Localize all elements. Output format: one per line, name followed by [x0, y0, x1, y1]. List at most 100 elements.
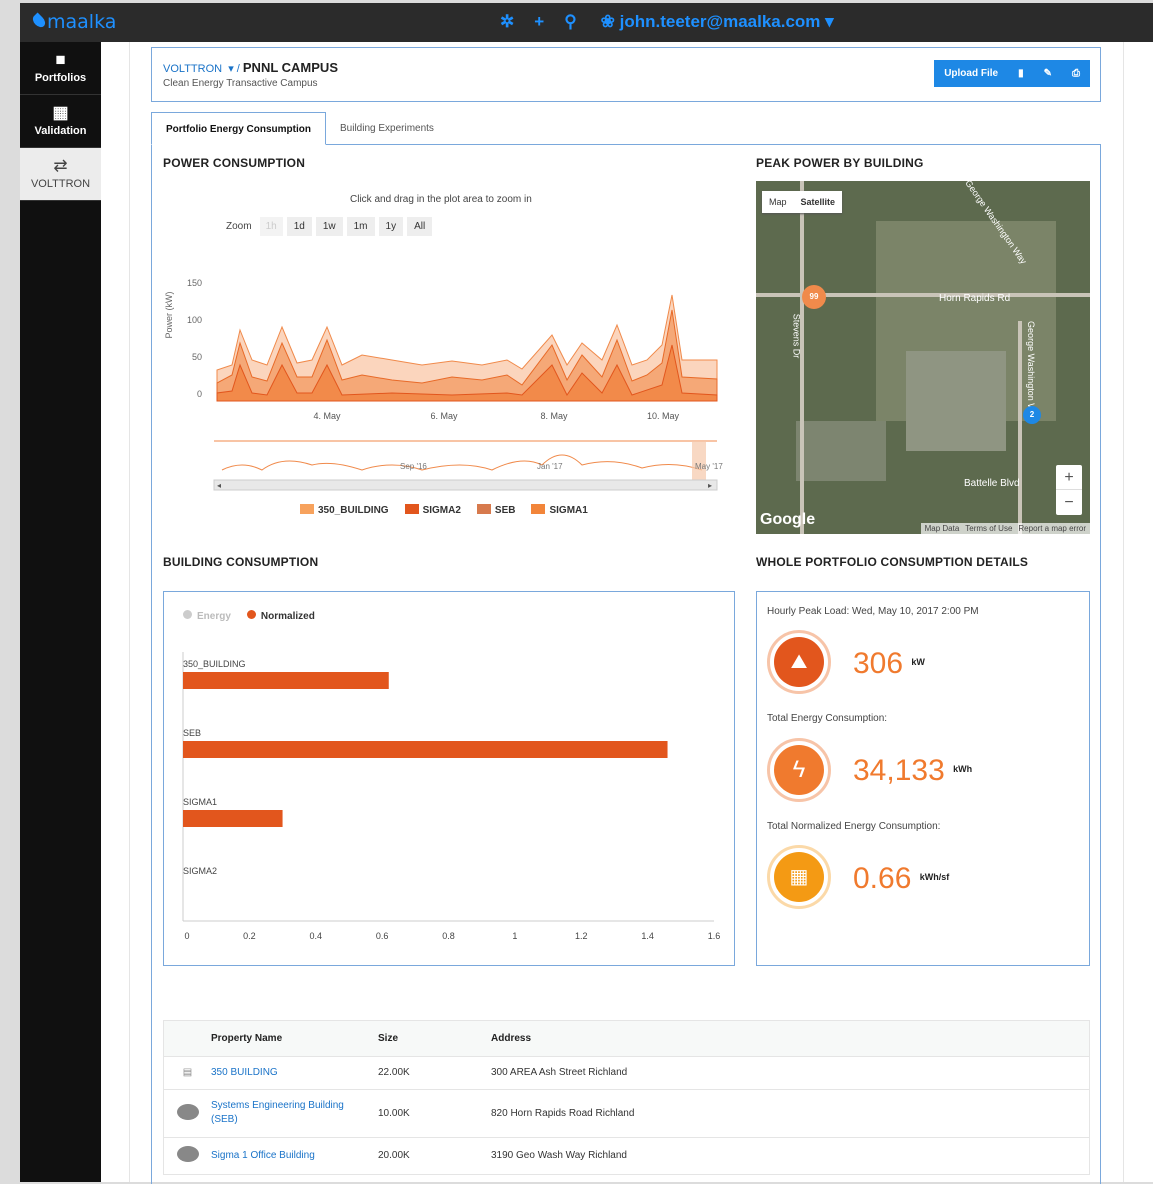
map-cluster-marker[interactable]: 99 [802, 285, 826, 309]
property-thumbnail [164, 1137, 211, 1174]
logo-text: maalka [47, 11, 117, 33]
legend-seb[interactable]: SEB [476, 504, 515, 516]
tab-portfolio-energy[interactable]: Portfolio Energy Consumption [151, 112, 326, 145]
map-data-link[interactable]: Map Data [925, 524, 960, 533]
breadcrumb: VOLTTRON ▾ / PNNL CAMPUS [163, 60, 338, 75]
google-logo: Google [760, 511, 816, 528]
map-type-satellite[interactable]: Satellite [794, 191, 843, 213]
sidebar-item-label: Portfolios [34, 72, 87, 84]
table-row[interactable]: Sigma 1 Office Building 20.00K 3190 Geo … [164, 1137, 1089, 1174]
sidebar-item-validation[interactable]: ▦ Validation [20, 95, 101, 148]
navigator[interactable]: Sep '16 Jan '17 May '17 ◂ ▸ [213, 440, 723, 491]
page-subtitle: Clean Energy Transactive Campus [163, 78, 318, 89]
nav-label: Sep '16 [400, 462, 427, 471]
tab-panel: POWER CONSUMPTION Click and drag in the … [151, 144, 1101, 1184]
print-icon[interactable]: ⎙ [1062, 68, 1090, 79]
building-icon: ▤ [182, 1067, 193, 1078]
user-menu[interactable]: ❀ john.teeter@maalka.com ▾ [601, 13, 834, 31]
x-tick: 1 [512, 931, 517, 941]
report-error-link[interactable]: Report a map error [1018, 524, 1086, 533]
upload-file-button[interactable]: Upload File [934, 68, 1008, 79]
energy-icon-ring: ϟ [767, 738, 831, 802]
zoom-all[interactable]: All [407, 217, 433, 236]
x-tick: 0.2 [243, 931, 256, 941]
nav-label: Jan '17 [537, 462, 563, 471]
property-size: 10.00K [378, 1107, 410, 1119]
table-row[interactable]: ▤ 350 BUILDING 22.00K 300 AREA Ash Stree… [164, 1056, 1089, 1089]
legend-sigma1[interactable]: SIGMA1 [531, 504, 588, 516]
property-link[interactable]: Sigma 1 Office Building [211, 1137, 378, 1174]
property-link[interactable]: Systems Engineering Building (SEB) [211, 1089, 378, 1137]
x-tick: 0.4 [309, 931, 322, 941]
drop-icon [30, 12, 48, 30]
property-size: 22.00K [378, 1067, 410, 1078]
power-ylabel: Power (kW) [164, 291, 174, 338]
category-label: SEB [183, 728, 201, 738]
sidebar-item-volttron[interactable]: ⇄ VOLTTRON [20, 148, 101, 201]
property-link[interactable]: 350 BUILDING [211, 1056, 378, 1089]
property-address: 300 AREA Ash Street Richland [491, 1067, 628, 1078]
file-icon[interactable]: ▮ [1008, 68, 1034, 79]
col-header[interactable]: Address [491, 1021, 1089, 1056]
legend-sigma2[interactable]: SIGMA2 [404, 504, 461, 516]
col-header[interactable]: Size [378, 1021, 491, 1056]
top-bar: maalka ✲ + ⚲ ❀ john.teeter@maalka.com ▾ [20, 3, 1153, 42]
tab-bar: Portfolio Energy Consumption Building Ex… [151, 112, 448, 145]
sidebar: ■ Portfolios ▦ Validation ⇄ VOLTTRON [20, 42, 101, 1182]
details-box: Hourly Peak Load: Wed, May 10, 2017 2:00… [756, 591, 1090, 966]
satellite-map[interactable]: Map Satellite Horn Rapids Rd George Wash… [756, 181, 1090, 534]
zoom-1m[interactable]: 1m [346, 217, 375, 236]
x-tick: 1.4 [641, 931, 654, 941]
power-title: POWER CONSUMPTION [163, 156, 306, 170]
peak-icon-ring: ⛰ [767, 630, 831, 694]
category-label: 350_BUILDING [183, 659, 246, 669]
terms-link[interactable]: Terms of Use [965, 524, 1012, 533]
search-icon[interactable]: ⚲ [564, 13, 576, 31]
building-chart-box: Energy Normalized 350_BUILDING SEB SIGMA1 S… [163, 591, 735, 966]
map-zoom-out[interactable]: − [1056, 490, 1082, 515]
bar-350-building[interactable] [183, 672, 389, 689]
map-cluster-marker[interactable]: 2 [1023, 406, 1041, 424]
building-title: BUILDING CONSUMPTION [163, 555, 319, 569]
tab-building-experiments[interactable]: Building Experiments [326, 112, 448, 145]
sidebar-item-label: VOLTTRON [30, 178, 91, 190]
zoom-1y[interactable]: 1y [378, 217, 404, 236]
col-header[interactable]: Property Name [211, 1021, 378, 1056]
zoom-label: Zoom [226, 221, 252, 232]
zoom-1h[interactable]: 1h [259, 217, 283, 236]
bar-seb[interactable] [183, 741, 668, 758]
sidebar-item-portfolios[interactable]: ■ Portfolios [20, 42, 101, 95]
map-type-map[interactable]: Map [762, 191, 794, 213]
edit-icon[interactable]: ✎ [1034, 68, 1062, 79]
building-icon: ▦ [774, 852, 824, 902]
power-chart[interactable]: Power (kW) 150 100 50 0 4. May 6. May 8.… [162, 265, 732, 525]
table-header: Property Name Size Address [164, 1021, 1089, 1056]
page-header: VOLTTRON ▾ / PNNL CAMPUS Clean Energy Tr… [151, 47, 1101, 102]
x-tick: 8. May [540, 411, 568, 421]
zoom-selector: Zoom 1h 1d 1w 1m 1y All [226, 217, 433, 236]
y-tick: 100 [187, 315, 202, 325]
road-label: Stevens Dr [791, 313, 802, 359]
zoom-1w[interactable]: 1w [315, 217, 343, 236]
breadcrumb-parent[interactable]: VOLTTRON [163, 63, 222, 75]
header-actions: Upload File ▮ ✎ ⎙ [934, 60, 1090, 87]
road-label: Horn Rapids Rd [939, 293, 1011, 304]
map-zoom-in[interactable]: + [1056, 465, 1082, 490]
property-address: 3190 Geo Wash Way Richland [491, 1150, 627, 1162]
maalka-logo[interactable]: maalka [30, 11, 117, 33]
bar-sigma1[interactable] [183, 810, 283, 827]
normalized-icon-ring: ▦ [767, 845, 831, 909]
building-bar-chart[interactable]: 350_BUILDING SEB SIGMA1 SIGMA2 0 0.2 0.4 0.6 0.8… [164, 592, 736, 967]
zoom-1d[interactable]: 1d [286, 217, 312, 236]
arrows-icon: ⇄ [53, 156, 68, 175]
main-content: VOLTTRON ▾ / PNNL CAMPUS Clean Energy Tr… [101, 42, 1153, 1184]
settings-icon[interactable]: ✲ [500, 13, 514, 31]
property-thumbnail [164, 1089, 211, 1137]
legend-350-building[interactable]: 350_BUILDING [300, 504, 389, 516]
plus-icon[interactable]: + [534, 13, 544, 31]
table-row[interactable]: Systems Engineering Building (SEB) 10.00… [164, 1089, 1089, 1137]
calculator-icon: ▦ [52, 103, 69, 122]
nav-scrollbar[interactable] [213, 479, 718, 491]
peak-load-label: Hourly Peak Load: Wed, May 10, 2017 2:00… [767, 606, 979, 617]
property-size: 20.00K [378, 1150, 410, 1162]
